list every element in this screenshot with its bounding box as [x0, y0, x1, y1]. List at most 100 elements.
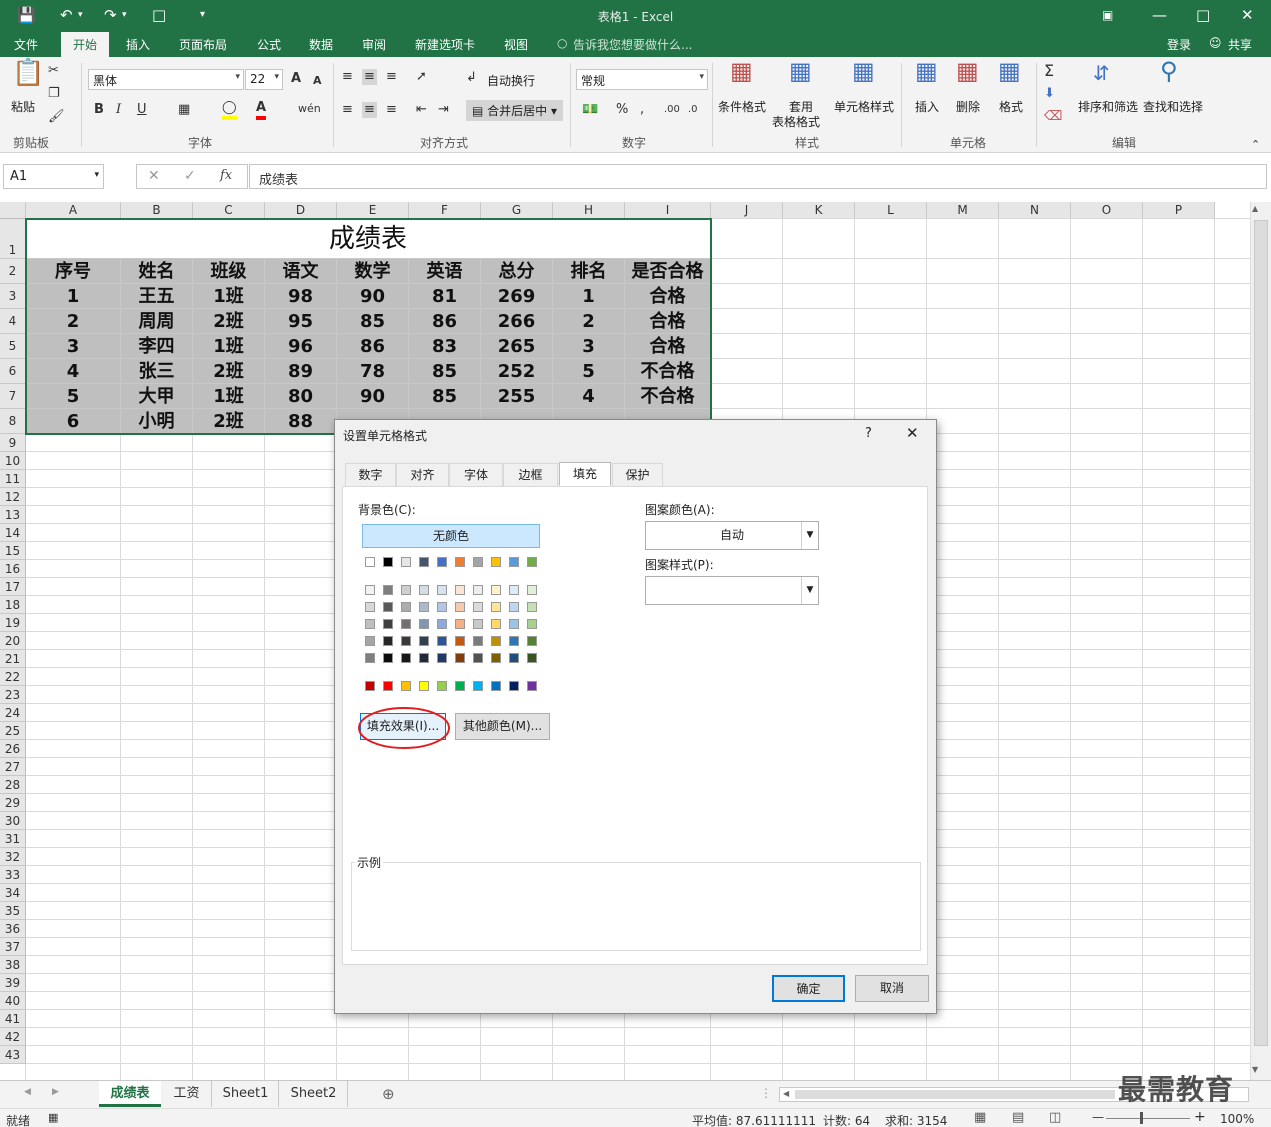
- color-swatch[interactable]: [527, 619, 537, 629]
- copy-icon[interactable]: ❐: [48, 86, 60, 102]
- column-header[interactable]: A: [26, 202, 121, 219]
- row-header[interactable]: 30: [0, 812, 26, 830]
- color-swatch[interactable]: [365, 653, 375, 663]
- comma-style-icon[interactable]: ,: [640, 102, 644, 118]
- color-swatch[interactable]: [401, 619, 411, 629]
- table-cell[interactable]: 1班: [193, 334, 265, 359]
- color-swatch[interactable]: [383, 557, 393, 567]
- login-link[interactable]: 登录: [1167, 36, 1191, 53]
- cell-styles-button[interactable]: 单元格样式: [834, 98, 894, 115]
- color-swatch[interactable]: [509, 653, 519, 663]
- format-painter-icon[interactable]: 🖌: [48, 109, 65, 125]
- table-cell[interactable]: 90: [337, 284, 409, 309]
- color-swatch[interactable]: [437, 602, 447, 612]
- scroll-up-icon[interactable]: ▲: [1252, 204, 1258, 213]
- table-cell[interactable]: 王五: [121, 284, 193, 309]
- table-cell[interactable]: 1: [553, 284, 625, 309]
- table-cell[interactable]: 2班: [193, 309, 265, 334]
- color-swatch[interactable]: [491, 619, 501, 629]
- tab-fill[interactable]: 填充: [559, 462, 611, 486]
- table-cell[interactable]: 2班: [193, 359, 265, 384]
- row-header[interactable]: 18: [0, 596, 26, 614]
- table-header-cell[interactable]: 序号: [26, 259, 121, 284]
- table-cell[interactable]: 98: [265, 284, 337, 309]
- row-header[interactable]: 19: [0, 614, 26, 632]
- row-header[interactable]: 10: [0, 452, 26, 470]
- help-button[interactable]: ?: [865, 426, 872, 441]
- tab-page-layout[interactable]: 页面布局: [179, 36, 227, 53]
- table-cell[interactable]: 5: [553, 359, 625, 384]
- color-swatch[interactable]: [437, 653, 447, 663]
- table-cell[interactable]: 3: [553, 334, 625, 359]
- pattern-style-select[interactable]: ▼: [645, 576, 819, 605]
- table-cell[interactable]: 小明: [121, 409, 193, 434]
- minimize-icon[interactable]: —: [1152, 6, 1167, 24]
- color-swatch[interactable]: [401, 653, 411, 663]
- decrease-font-icon[interactable]: A: [313, 73, 322, 89]
- color-swatch[interactable]: [455, 681, 465, 691]
- orientation-icon[interactable]: ➚: [416, 69, 427, 85]
- color-swatch[interactable]: [473, 636, 483, 646]
- color-swatch[interactable]: [455, 585, 465, 595]
- maximize-icon[interactable]: □: [1196, 6, 1210, 24]
- color-swatch[interactable]: [527, 557, 537, 567]
- table-cell[interactable]: 1班: [193, 284, 265, 309]
- table-cell[interactable]: 合格: [625, 334, 711, 359]
- row-header[interactable]: 26: [0, 740, 26, 758]
- row-header[interactable]: 11: [0, 470, 26, 488]
- table-cell[interactable]: 252: [481, 359, 553, 384]
- table-header-cell[interactable]: 班级: [193, 259, 265, 284]
- collapse-ribbon-icon[interactable]: ⌃: [1251, 137, 1260, 153]
- color-swatch[interactable]: [437, 557, 447, 567]
- color-swatch[interactable]: [383, 636, 393, 646]
- tab-data[interactable]: 数据: [309, 36, 333, 53]
- cancel-button[interactable]: 取消: [855, 975, 929, 1002]
- row-header[interactable]: 25: [0, 722, 26, 740]
- align-bottom-icon[interactable]: ≡: [386, 69, 397, 85]
- font-color-icon[interactable]: A: [256, 100, 267, 120]
- table-cell[interactable]: 周周: [121, 309, 193, 334]
- tab-insert[interactable]: 插入: [126, 36, 150, 53]
- more-colors-button[interactable]: 其他颜色(M)...: [455, 713, 550, 740]
- table-cell[interactable]: 合格: [625, 309, 711, 334]
- color-swatch[interactable]: [473, 619, 483, 629]
- split-handle-icon[interactable]: ⋮: [760, 1086, 772, 1100]
- table-header-cell[interactable]: 姓名: [121, 259, 193, 284]
- row-header[interactable]: 2: [0, 259, 26, 284]
- table-cell[interactable]: 85: [337, 309, 409, 334]
- merge-center-button[interactable]: ▤ 合并后居中 ▾: [466, 100, 564, 121]
- table-cell[interactable]: 85: [409, 384, 481, 409]
- dialog-close-icon[interactable]: ✕: [906, 424, 919, 442]
- scrollbar-thumb[interactable]: [1254, 220, 1268, 1046]
- table-cell[interactable]: 85: [409, 359, 481, 384]
- row-header[interactable]: 32: [0, 848, 26, 866]
- color-swatch[interactable]: [473, 557, 483, 567]
- table-cell[interactable]: 83: [409, 334, 481, 359]
- row-header[interactable]: 8: [0, 409, 26, 434]
- table-cell[interactable]: 张三: [121, 359, 193, 384]
- page-break-view-icon[interactable]: ◫: [1049, 1110, 1061, 1125]
- row-header[interactable]: 7: [0, 384, 26, 409]
- row-header[interactable]: 24: [0, 704, 26, 722]
- color-swatch[interactable]: [437, 636, 447, 646]
- increase-indent-icon[interactable]: ⇥: [438, 102, 449, 118]
- color-swatch[interactable]: [527, 636, 537, 646]
- align-center-icon[interactable]: ≡: [362, 102, 377, 118]
- tab-font[interactable]: 字体: [449, 463, 503, 486]
- share-button[interactable]: 共享: [1228, 36, 1252, 53]
- color-swatch[interactable]: [527, 653, 537, 663]
- cancel-icon[interactable]: ✕: [148, 168, 160, 184]
- color-swatch[interactable]: [509, 557, 519, 567]
- pattern-color-select[interactable]: 自动 ▼: [645, 521, 819, 550]
- row-header[interactable]: 17: [0, 578, 26, 596]
- color-swatch[interactable]: [419, 636, 429, 646]
- page-layout-view-icon[interactable]: ▤: [1012, 1110, 1024, 1125]
- borders-icon[interactable]: ▦: [178, 102, 190, 118]
- column-header[interactable]: K: [783, 202, 855, 219]
- row-header[interactable]: 38: [0, 956, 26, 974]
- conditional-format-button[interactable]: 条件格式: [718, 98, 766, 115]
- row-header[interactable]: 4: [0, 309, 26, 334]
- row-header[interactable]: 28: [0, 776, 26, 794]
- fill-color-icon[interactable]: ◯: [222, 100, 237, 120]
- format-cells-button[interactable]: 格式: [999, 98, 1023, 115]
